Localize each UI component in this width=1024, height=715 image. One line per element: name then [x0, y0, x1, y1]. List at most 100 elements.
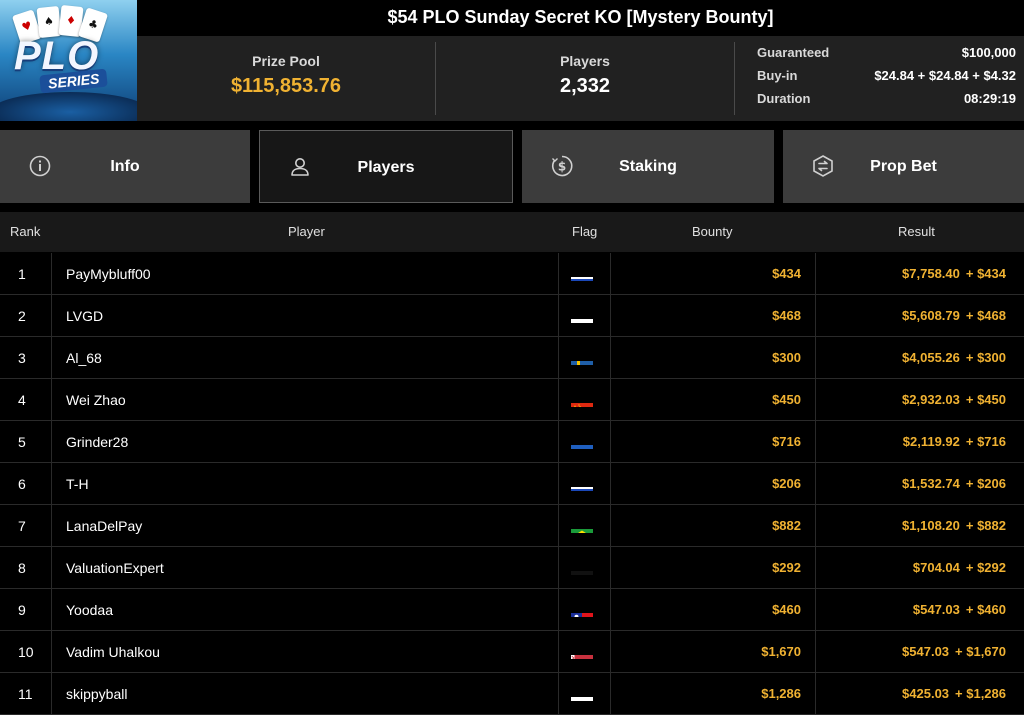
result-cell: $5,608.79 + $468: [816, 295, 1024, 337]
flag-cell: [559, 505, 611, 547]
bounty-cell: $468: [611, 295, 816, 337]
player-name[interactable]: T-H: [52, 463, 559, 505]
table-row[interactable]: 5 Grinder28 $716 $2,119.92 + $716: [0, 421, 1024, 463]
bounty-cell: $882: [611, 505, 816, 547]
tournament-title: $54 PLO Sunday Secret KO [Mystery Bounty…: [387, 7, 774, 27]
rank-cell: 5: [0, 421, 52, 463]
table-row[interactable]: 11 skippyball $1,286 $425.03 + $1,286: [0, 673, 1024, 715]
player-name[interactable]: PayMybluff00: [52, 253, 559, 295]
table-row[interactable]: 7 LanaDelPay $882 $1,108.20 + $882: [0, 505, 1024, 547]
sweden-flag-icon: [571, 350, 593, 365]
result-amount: $2,932.03: [902, 392, 960, 407]
result-cell: $2,932.03 + $450: [816, 379, 1024, 421]
guaranteed-row: Guaranteed $100,000: [757, 45, 1016, 67]
tab-prop-bet[interactable]: Prop Bet: [783, 130, 1024, 203]
flag-cell: [559, 463, 611, 505]
china-flag-icon: [571, 392, 593, 407]
tab-players[interactable]: Players: [259, 130, 513, 203]
result-cell: $425.03 + $1,286: [816, 673, 1024, 715]
rank-cell: 1: [0, 253, 52, 295]
plo-series-logo: ♥ ♠ ♦ ♣ PLO SERIES: [0, 0, 137, 121]
header-player[interactable]: Player: [288, 212, 325, 252]
guaranteed-value: $100,000: [961, 45, 1016, 60]
result-bounty-amount: + $716: [965, 434, 1006, 449]
result-cell: $4,055.26 + $300: [816, 337, 1024, 379]
bounty-cell: $716: [611, 421, 816, 463]
bounty-cell: $206: [611, 463, 816, 505]
tournament-details: Guaranteed $100,000 Buy-in $24.84 + $24.…: [735, 36, 1024, 121]
tab-info[interactable]: Info: [0, 130, 250, 203]
flag-cell: [559, 253, 611, 295]
rank-cell: 8: [0, 547, 52, 589]
prize-pool-label: Prize Pool: [252, 53, 320, 69]
result-cell: $1,108.20 + $882: [816, 505, 1024, 547]
result-bounty-amount: + $450: [965, 392, 1006, 407]
result-bounty-amount: + $206: [965, 476, 1006, 491]
result-amount: $704.04: [912, 560, 960, 575]
brazil-flag-icon: [571, 518, 593, 533]
result-bounty-amount: + $292: [965, 560, 1006, 575]
table-row[interactable]: 2 LVGD $468 $5,608.79 + $468: [0, 295, 1024, 337]
player-name[interactable]: Wei Zhao: [52, 379, 559, 421]
header-result[interactable]: Result: [898, 212, 935, 252]
flag-cell: [559, 547, 611, 589]
result-cell: $2,119.92 + $716: [816, 421, 1024, 463]
tab-staking[interactable]: $ Staking: [522, 130, 774, 203]
result-amount: $425.03: [902, 686, 950, 701]
header-bounty[interactable]: Bounty: [692, 212, 732, 252]
rank-cell: 2: [0, 295, 52, 337]
rank-cell: 6: [0, 463, 52, 505]
tournament-stats-panel: Prize Pool $115,853.76 Players 2,332 Gua…: [137, 36, 1024, 121]
result-cell: $704.04 + $292: [816, 547, 1024, 589]
flag-cell: [559, 295, 611, 337]
result-bounty-amount: + $468: [965, 308, 1006, 323]
player-name[interactable]: Grinder28: [52, 421, 559, 463]
result-amount: $547.03: [902, 644, 950, 659]
tab-staking-label: Staking: [619, 158, 677, 175]
prize-pool-value: $115,853.76: [230, 75, 342, 97]
result-amount: $547.03: [912, 602, 960, 617]
russia-flag-icon: [571, 308, 593, 323]
result-bounty-amount: + $434: [965, 266, 1006, 281]
rank-cell: 7: [0, 505, 52, 547]
result-bounty-amount: + $882: [965, 518, 1006, 533]
table-row[interactable]: 1 PayMybluff00 $434 $7,758.40 + $434: [0, 253, 1024, 295]
players-table-body: 1 PayMybluff00 $434 $7,758.40 + $434 2 LVGD $46…: [0, 253, 1024, 715]
result-amount: $7,758.40: [902, 266, 960, 281]
israel-flag-icon: [571, 476, 593, 491]
players-value: 2,332: [559, 75, 611, 97]
player-name[interactable]: Vadim Uhalkou: [52, 631, 559, 673]
result-cell: $7,758.40 + $434: [816, 253, 1024, 295]
table-row[interactable]: 9 Yoodaa $460 $547.03 + $460: [0, 589, 1024, 631]
taiwan-flag-icon: [571, 602, 593, 617]
table-row[interactable]: 8 ValuationExpert $292 $704.04 + $292: [0, 547, 1024, 589]
header-rank[interactable]: Rank: [10, 212, 40, 252]
table-row[interactable]: 3 Al_68 $300 $4,055.26 + $300: [0, 337, 1024, 379]
duration-label: Duration: [757, 91, 811, 106]
player-name[interactable]: ValuationExpert: [52, 547, 559, 589]
player-name[interactable]: skippyball: [52, 673, 559, 715]
table-row[interactable]: 4 Wei Zhao $450 $2,932.03 + $450: [0, 379, 1024, 421]
duration-row: Duration 08:29:19: [757, 91, 1016, 113]
result-bounty-amount: + $460: [965, 602, 1006, 617]
result-cell: $547.03 + $460: [816, 589, 1024, 631]
result-amount: $5,608.79: [902, 308, 960, 323]
rank-cell: 11: [0, 673, 52, 715]
player-name[interactable]: Yoodaa: [52, 589, 559, 631]
table-row[interactable]: 10 Vadim Uhalkou $1,670 $547.03 + $1,670: [0, 631, 1024, 673]
table-row[interactable]: 6 T-H $206 $1,532.74 + $206: [0, 463, 1024, 505]
result-cell: $547.03 + $1,670: [816, 631, 1024, 673]
player-name[interactable]: LanaDelPay: [52, 505, 559, 547]
player-name[interactable]: Al_68: [52, 337, 559, 379]
buyin-value: $24.84 + $24.84 + $4.32: [874, 68, 1016, 83]
poland-flag-icon: [571, 686, 593, 701]
flag-cell: [559, 337, 611, 379]
bounty-cell: $292: [611, 547, 816, 589]
flag-cell: [559, 421, 611, 463]
header-flag[interactable]: Flag: [572, 212, 597, 252]
prize-pool-stat: Prize Pool $115,853.76: [137, 36, 435, 121]
result-bounty-amount: + $1,286: [955, 686, 1006, 701]
player-name[interactable]: LVGD: [52, 295, 559, 337]
result-amount: $2,119.92: [902, 434, 960, 449]
result-bounty-amount: + $1,670: [955, 644, 1006, 659]
